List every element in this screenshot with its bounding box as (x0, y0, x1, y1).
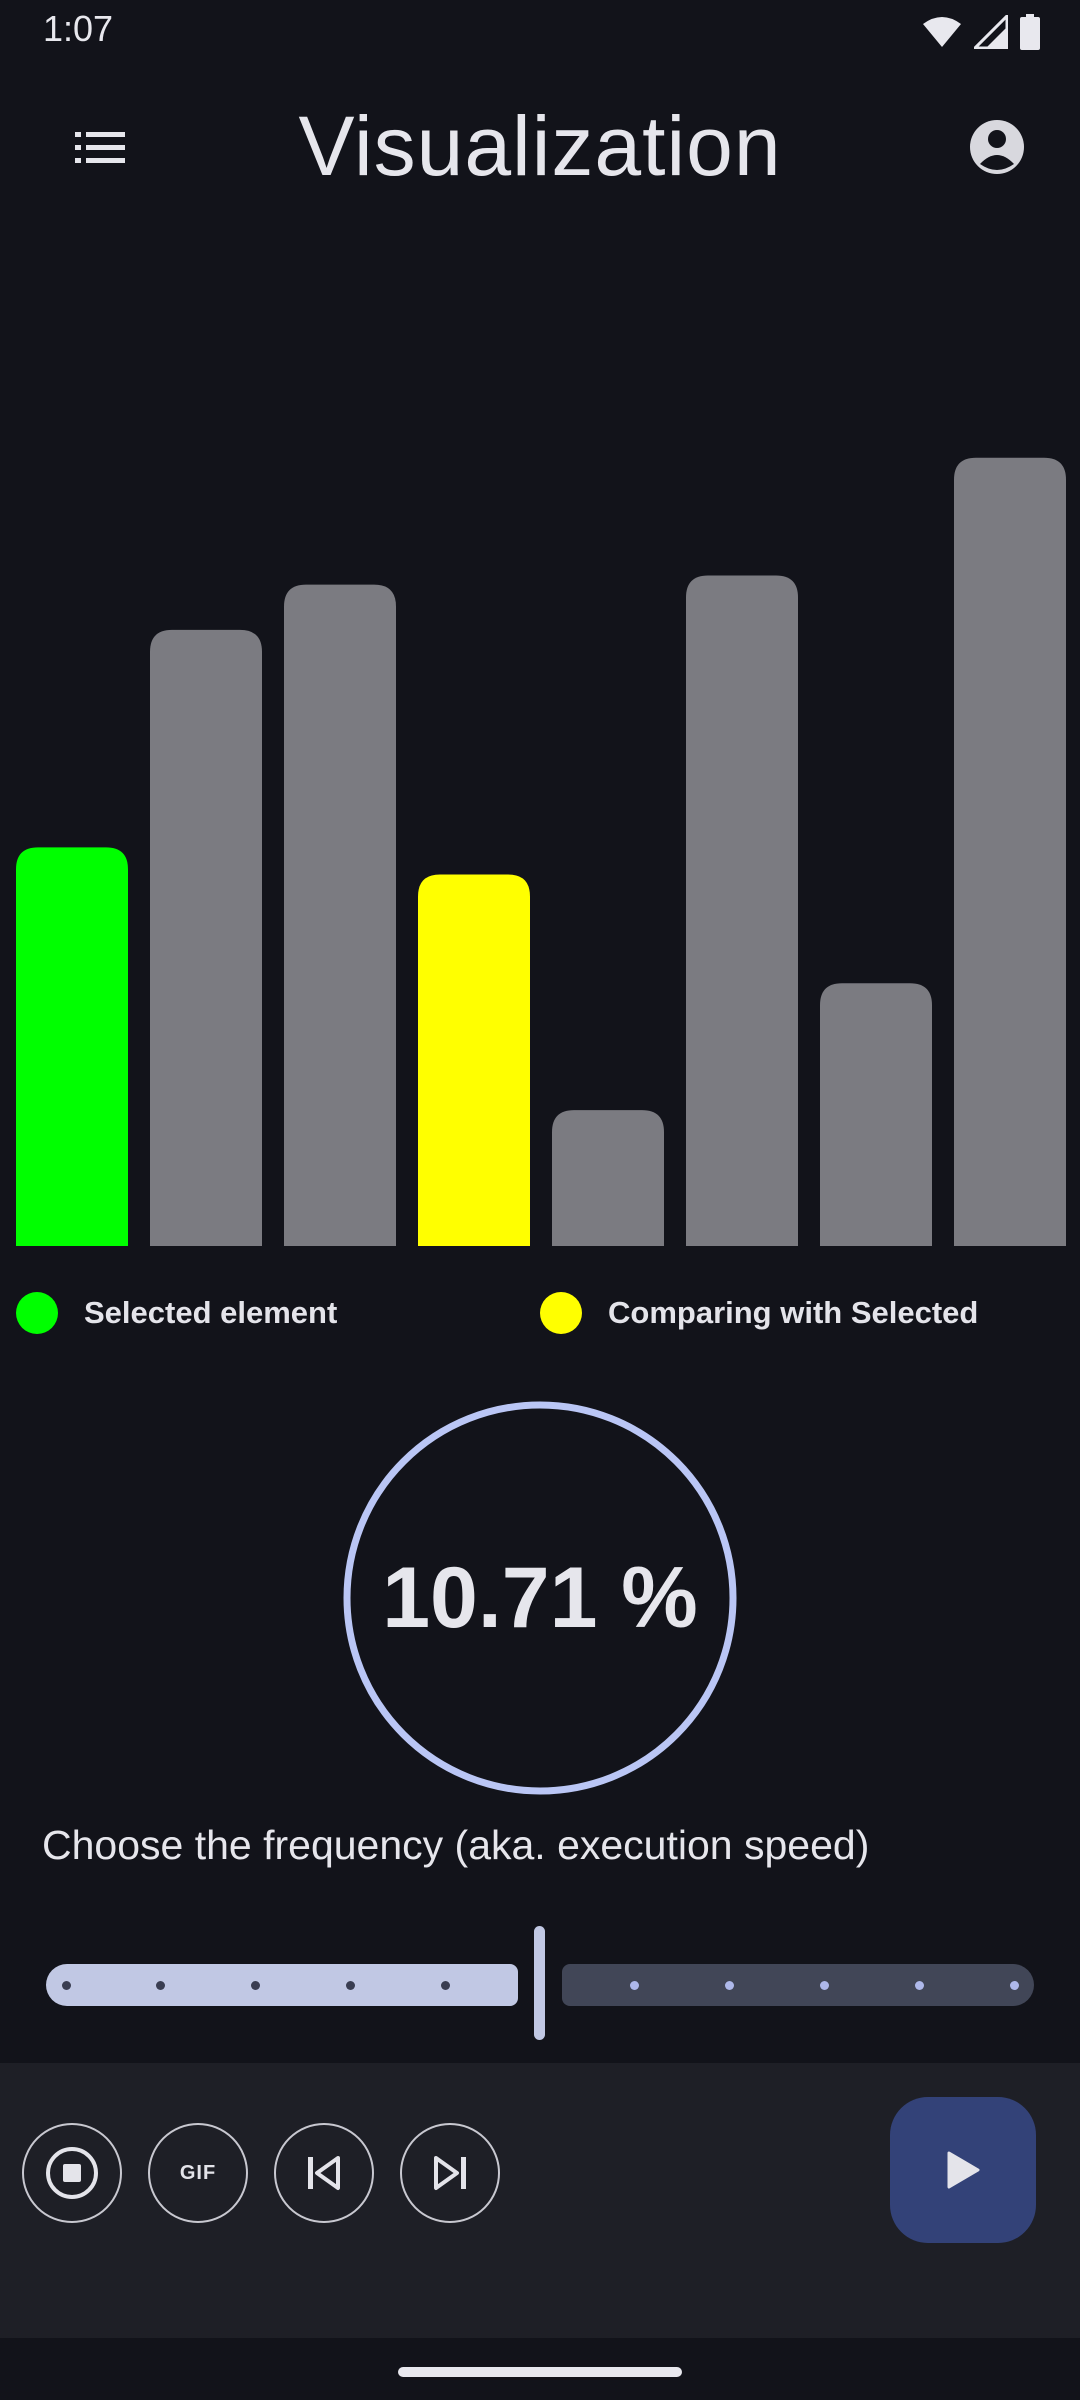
bar-2 (150, 629, 262, 1246)
legend-item-comparing: Comparing with Selected (540, 1292, 978, 1334)
legend-label-selected: Selected element (84, 1295, 338, 1330)
bar-chart (0, 340, 1080, 1246)
legend-dot-comparing (540, 1292, 582, 1334)
skip-next-icon (434, 2156, 466, 2190)
legend: Selected element Comparing with Selected (0, 1292, 1080, 1344)
slider-tick (1009, 1981, 1019, 1990)
slider-tick (61, 1981, 71, 1990)
frequency-slider[interactable] (46, 1920, 1034, 2046)
status-bar: 1:07 (0, 0, 1080, 62)
wifi-icon (923, 17, 961, 47)
bar-6 (686, 575, 798, 1246)
slider-tick (345, 1981, 355, 1990)
page-title: Visualization (298, 99, 782, 193)
app-bar: Visualization (0, 70, 1080, 226)
gif-label: GIF (179, 2161, 217, 2184)
legend-dot-selected (16, 1292, 58, 1334)
status-icons (922, 12, 1040, 52)
gif-button[interactable]: GIF (148, 2123, 248, 2223)
legend-item-selected: Selected element (16, 1292, 337, 1334)
bottom-control-bar: GIF (0, 2063, 1080, 2338)
stop-circle-icon (46, 2147, 98, 2199)
battery-icon (1020, 14, 1040, 50)
bar-1 (16, 847, 128, 1246)
slider-tick (440, 1981, 450, 1990)
legend-label-comparing: Comparing with Selected (608, 1295, 979, 1330)
slider-tick (819, 1981, 829, 1990)
skip-next-button[interactable] (400, 2123, 500, 2223)
bar-7 (820, 983, 932, 1246)
bar-chart-svg (16, 457, 1066, 1246)
slider-tick (914, 1981, 924, 1990)
bar-5 (552, 1110, 664, 1246)
status-time: 1:07 (43, 8, 114, 49)
frequency-label: Choose the frequency (aka. execution spe… (42, 1822, 870, 1868)
play-icon (947, 2151, 980, 2189)
signal-icon (974, 15, 1008, 49)
skip-previous-button[interactable] (274, 2123, 374, 2223)
play-button[interactable] (890, 2097, 1036, 2243)
skip-previous-icon (308, 2156, 340, 2190)
home-indicator[interactable] (398, 2367, 682, 2377)
account-circle-icon (970, 120, 1024, 174)
bar-3 (284, 584, 396, 1246)
progress-percentage: 10.71 % (382, 1549, 698, 1646)
bar-4 (418, 874, 530, 1246)
account-button[interactable] (964, 114, 1030, 180)
stop-button[interactable] (22, 2123, 122, 2223)
slider-thumb[interactable] (534, 1926, 545, 2040)
bar-8 (954, 457, 1066, 1246)
